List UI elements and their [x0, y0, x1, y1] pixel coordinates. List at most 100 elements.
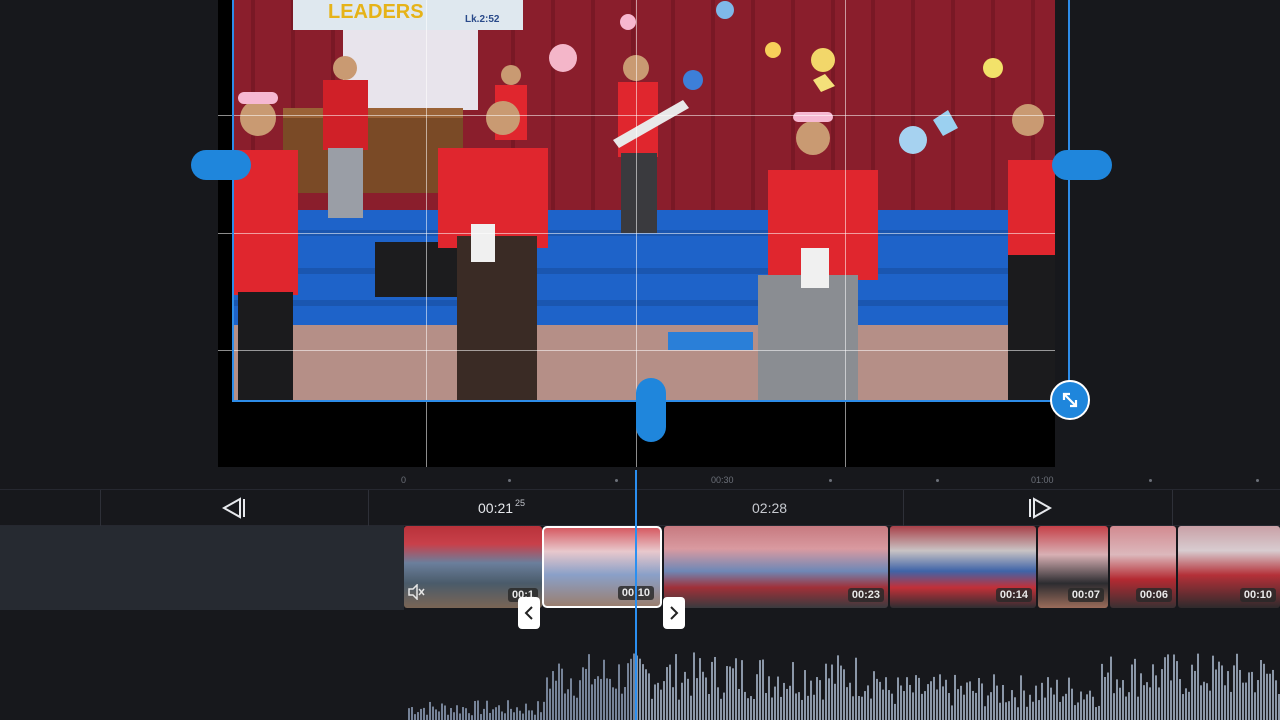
waveform-bar [744, 691, 746, 720]
waveform-bar [1203, 681, 1205, 720]
waveform-bar [915, 675, 917, 720]
waveform-bar [480, 714, 482, 720]
waveform-bar [834, 683, 836, 720]
waveform-bar [1113, 693, 1115, 720]
waveform-bar [435, 709, 437, 720]
trim-handle-left[interactable] [518, 597, 540, 629]
waveform-bar [1149, 687, 1151, 720]
waveform-bar [564, 693, 566, 720]
waveform-bar [1230, 691, 1232, 720]
waveform-bar [843, 669, 845, 720]
waveform-bar [426, 714, 428, 720]
current-time-value: 00:21 [478, 500, 514, 516]
waveform-bar [1131, 664, 1133, 720]
waveform-bar [945, 679, 947, 720]
current-time: 00:21 25 [478, 498, 525, 516]
waveform-bar [639, 658, 641, 720]
time-ruler[interactable]: 0 00:30 01:00 [0, 467, 1280, 489]
audio-waveform[interactable] [0, 640, 1280, 720]
waveform-bar [621, 693, 623, 720]
waveform-bar [876, 678, 878, 720]
waveform-bar [585, 668, 587, 720]
timeline-clip[interactable]: 00:1 [404, 526, 542, 608]
waveform-bar [1065, 693, 1067, 720]
waveform-bar [603, 659, 605, 720]
waveform-bar [1251, 671, 1253, 720]
playhead[interactable] [635, 470, 637, 720]
waveform-bar [696, 678, 698, 720]
waveform-bar [882, 689, 884, 720]
waveform-bar [1197, 653, 1199, 720]
waveform-bar [690, 695, 692, 720]
waveform-bar [858, 696, 860, 720]
resize-diagonal-icon [1062, 392, 1078, 408]
waveform-bar [759, 660, 761, 720]
next-frame-button[interactable] [1026, 497, 1054, 519]
waveform-bar [1134, 658, 1136, 720]
waveform-bar [867, 685, 869, 720]
waveform-bar [1011, 690, 1013, 720]
crop-handle-left[interactable] [191, 150, 251, 180]
waveform-bar [660, 689, 662, 720]
waveform-bar [1170, 680, 1172, 720]
timeline-clip[interactable]: 00:14 [890, 526, 1036, 608]
crop-frame[interactable] [232, 0, 1070, 402]
chevron-right-icon [670, 606, 679, 620]
waveform-bar [762, 659, 764, 720]
waveform-bar [948, 693, 950, 720]
waveform-bar [624, 687, 626, 720]
ruler-tick [936, 479, 939, 482]
ruler-tick [1256, 479, 1259, 482]
crop-handle-right[interactable] [1052, 150, 1112, 180]
trim-handle-right[interactable] [663, 597, 685, 629]
waveform-bar [513, 712, 515, 720]
waveform-bar [456, 705, 458, 720]
waveform-bar [1044, 697, 1046, 720]
waveform-bar [450, 708, 452, 720]
waveform-bar [1056, 679, 1058, 720]
waveform-bar [687, 678, 689, 720]
previous-frame-button[interactable] [220, 497, 248, 519]
ruler-tick [508, 479, 511, 482]
timeline-clip[interactable]: 00:23 [664, 526, 888, 608]
resize-knob[interactable] [1050, 380, 1090, 420]
clip-timeline[interactable]: 00:1 00:10 00:23 00:14 00:07 00:06 00:10 [0, 526, 1280, 610]
waveform-bar [1128, 692, 1130, 720]
waveform-bar [561, 668, 563, 720]
waveform-bar [678, 699, 680, 720]
waveform-bar [642, 664, 644, 720]
waveform-bar [1182, 694, 1184, 720]
waveform-bar [1245, 682, 1247, 720]
waveform-bar [804, 670, 806, 720]
waveform-bar [1254, 692, 1256, 720]
waveform-bar [516, 707, 518, 720]
timeline-clip[interactable]: 00:07 [1038, 526, 1108, 608]
waveform-bar [588, 654, 590, 720]
waveform-bar [1098, 705, 1100, 720]
waveform-bar [1071, 688, 1073, 720]
waveform-bar [1053, 694, 1055, 720]
waveform-bar [1050, 687, 1052, 720]
waveform-bar [669, 664, 671, 720]
crop-handle-bottom[interactable] [636, 378, 666, 442]
waveform-bar [852, 696, 854, 720]
waveform-bar [1083, 699, 1085, 720]
waveform-bar [1161, 669, 1163, 720]
waveform-bar [984, 706, 986, 720]
waveform-bar [906, 677, 908, 720]
waveform-bar [831, 664, 833, 720]
waveform-bar [972, 690, 974, 720]
waveform-bar [1242, 682, 1244, 720]
waveform-bar [609, 678, 611, 720]
waveform-bar [918, 677, 920, 720]
waveform-bar [414, 714, 416, 720]
waveform-bar [951, 705, 953, 720]
timeline-clip[interactable]: 00:10 [1178, 526, 1280, 608]
timeline-clip[interactable]: 00:06 [1110, 526, 1176, 608]
waveform-bar [1086, 694, 1088, 720]
waveform-bar [471, 715, 473, 720]
waveform-bar [978, 677, 980, 720]
waveform-bar [714, 656, 716, 720]
timeline-clip-selected[interactable]: 00:10 [542, 526, 662, 608]
waveform-bar [765, 693, 767, 720]
